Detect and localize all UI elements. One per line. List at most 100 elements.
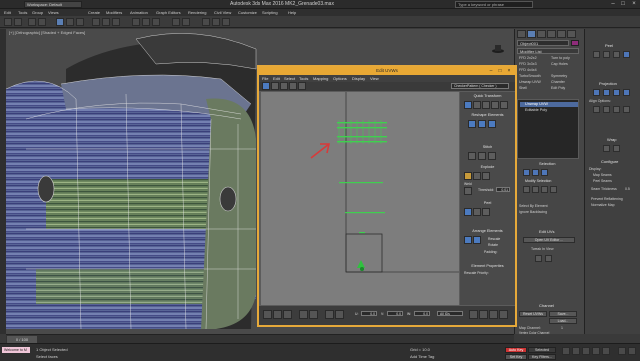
hierarchy-tab-icon[interactable]	[537, 30, 546, 38]
threshold-spinner[interactable]: 0.01	[496, 187, 510, 192]
texture-dropdown[interactable]: CheckerPattern ( Checker )	[451, 83, 509, 89]
element-properties-title[interactable]: Element Properties	[460, 264, 515, 268]
pan-icon[interactable]	[479, 310, 488, 319]
uv-menu-display[interactable]: Display	[352, 75, 365, 82]
weld-icon[interactable]	[464, 187, 472, 195]
menu-modifiers[interactable]: Modifiers	[106, 9, 122, 16]
menu-civil-view[interactable]: Civil View	[214, 9, 231, 16]
set-pivot-icon[interactable]	[464, 101, 472, 109]
prevent-reflattening-checkbox[interactable]: Prevent Reflattening	[591, 197, 623, 201]
maximize-icon[interactable]: □	[618, 0, 628, 8]
viewport-label[interactable]: [+] [Orthographic] [Shaded + Edged Faces…	[9, 30, 85, 35]
goto-start-icon[interactable]	[562, 347, 570, 355]
select-by-element-checkbox[interactable]: Select By Element	[519, 204, 548, 208]
stitch-average-icon[interactable]	[478, 152, 486, 160]
uv-canvas[interactable]	[261, 92, 459, 305]
uv-menu-edit[interactable]: Edit	[273, 75, 280, 82]
modifier-button[interactable]: Turn to poly	[551, 56, 570, 60]
create-tab-icon[interactable]	[517, 30, 526, 38]
unfold-strip-icon[interactable]	[613, 145, 620, 152]
spline-map-icon[interactable]	[603, 145, 610, 152]
cylindrical-map-icon[interactable]	[603, 89, 610, 96]
normalize-map-checkbox[interactable]: Normalize Map	[591, 203, 615, 207]
open-uv-editor-button[interactable]: Open UV Editor ...	[523, 237, 575, 243]
orbit-icon[interactable]	[628, 347, 636, 355]
display-tab-icon[interactable]	[557, 30, 566, 38]
add-time-tag[interactable]: Add Time Tag	[410, 354, 434, 359]
rescale-checkbox[interactable]: Rescale	[488, 237, 500, 241]
modifier-button[interactable]: FFD 4x4x4	[519, 68, 537, 72]
peel-title[interactable]: Peel	[460, 201, 515, 205]
modifier-button[interactable]: Shell	[519, 86, 527, 90]
ring-selection-icon[interactable]	[541, 186, 548, 193]
quick-transform-title[interactable]: Quick Transform	[460, 94, 515, 98]
utilities-tab-icon[interactable]	[567, 30, 576, 38]
edit-uvws-titlebar[interactable]: Edit UVWs – □ ×	[259, 67, 515, 75]
scale-icon[interactable]	[280, 82, 288, 90]
move-icon[interactable]	[262, 82, 270, 90]
zoom-extents-icon[interactable]	[489, 310, 498, 319]
projection-rollout-title[interactable]: Projection	[599, 81, 617, 86]
minimize-icon[interactable]: –	[487, 68, 495, 74]
render-setup-icon[interactable]	[212, 18, 220, 26]
flatten-icon[interactable]	[464, 172, 472, 180]
modifier-button[interactable]: Chamfer	[551, 80, 565, 84]
ring-icon[interactable]	[335, 310, 344, 319]
select-object-icon[interactable]	[56, 18, 64, 26]
redo-icon[interactable]	[14, 18, 22, 26]
uv-menu-options[interactable]: Options	[333, 75, 347, 82]
channel-rollout-title[interactable]: Channel	[539, 303, 554, 308]
uv-menu-tools[interactable]: Tools	[299, 75, 308, 82]
modify-tab-icon[interactable]	[527, 30, 536, 38]
break-icon[interactable]	[473, 172, 481, 180]
v-spinner[interactable]: 0.0	[387, 311, 403, 316]
align-icon[interactable]	[182, 18, 190, 26]
maximize-icon[interactable]: □	[496, 68, 504, 74]
ids-dropdown[interactable]: All IDs	[437, 311, 463, 316]
zoom-viewport-icon[interactable]	[618, 347, 626, 355]
menu-views[interactable]: Views	[48, 9, 59, 16]
uv-menu-view[interactable]: View	[370, 75, 379, 82]
detach-icon[interactable]	[482, 172, 490, 180]
scale-icon[interactable]	[112, 18, 120, 26]
seam-thickness-spinner[interactable]: 0.5	[625, 187, 630, 191]
rotate-90-icon[interactable]	[491, 101, 499, 109]
snap-icon[interactable]	[132, 18, 140, 26]
menu-help[interactable]: Help	[288, 9, 296, 16]
modifier-button[interactable]: TurboSmooth	[519, 74, 541, 78]
straighten-icon[interactable]	[468, 120, 476, 128]
modifier-button[interactable]: FFD 3x3x3	[519, 62, 537, 66]
modifier-button[interactable]: Edit Poly	[551, 86, 565, 90]
configure-rollout-title[interactable]: Configure	[601, 159, 618, 164]
unpin-icon[interactable]	[482, 208, 490, 216]
peel-mode-icon[interactable]	[603, 51, 610, 58]
load-button[interactable]: Load...	[549, 318, 577, 324]
search-input[interactable]: Type a keyword or phrase	[455, 1, 533, 8]
uv-menu-file[interactable]: File	[262, 75, 268, 82]
menu-graph-editors[interactable]: Graph Editors	[156, 9, 181, 16]
peel-rollout-title[interactable]: Peel	[605, 43, 613, 48]
pin-icon[interactable]	[473, 208, 481, 216]
selected-dropdown[interactable]: Selected	[528, 347, 556, 353]
best-align-icon[interactable]	[623, 106, 630, 113]
weld-title[interactable]: Weld	[464, 182, 472, 186]
motion-tab-icon[interactable]	[547, 30, 556, 38]
select-by-name-icon[interactable]	[66, 18, 74, 26]
render-icon[interactable]	[222, 18, 230, 26]
edge-mode-icon[interactable]	[532, 169, 539, 176]
unlink-icon[interactable]	[38, 18, 46, 26]
align-z-icon[interactable]	[613, 106, 620, 113]
pack-together-icon[interactable]	[473, 236, 481, 244]
loop-icon[interactable]	[325, 310, 334, 319]
uv-menu-select[interactable]: Select	[284, 75, 295, 82]
pack-normalize-icon[interactable]	[464, 236, 472, 244]
stitch-title[interactable]: Stitch	[460, 145, 515, 149]
explode-title[interactable]: Explode	[460, 165, 515, 169]
spherical-map-icon[interactable]	[613, 89, 620, 96]
close-icon[interactable]: ×	[629, 0, 639, 8]
stitch-source-icon[interactable]	[488, 152, 496, 160]
modifier-list-dropdown[interactable]: Modifier List	[517, 48, 579, 54]
vertex-color-channel-radio[interactable]: Vertex Color Channel	[519, 331, 549, 335]
timeline[interactable]: 0 / 100	[6, 334, 514, 343]
align-y-icon[interactable]	[603, 106, 610, 113]
